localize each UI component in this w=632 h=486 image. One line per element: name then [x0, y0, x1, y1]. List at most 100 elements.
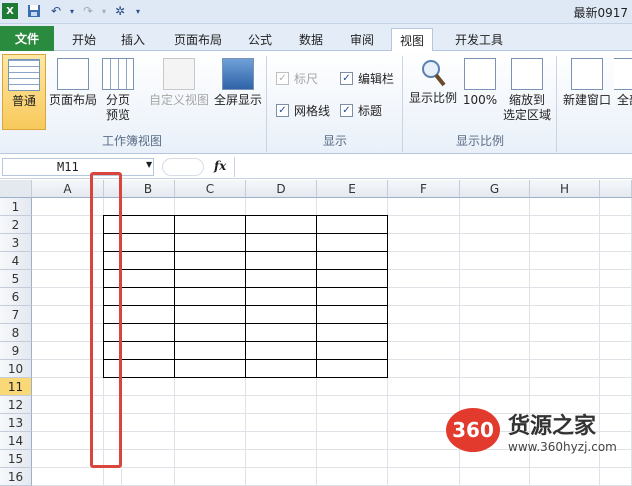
grid-cell[interactable]	[317, 468, 388, 486]
grid-cell[interactable]	[317, 414, 388, 432]
row-header[interactable]: 7	[0, 306, 32, 324]
grid-cell[interactable]	[530, 360, 600, 378]
grid-cell[interactable]	[32, 252, 104, 270]
grid-cell[interactable]	[600, 270, 632, 288]
column-header[interactable]: H	[530, 180, 600, 198]
tab-home[interactable]: 开始	[64, 28, 104, 50]
grid-cell[interactable]	[32, 396, 104, 414]
row-header[interactable]: 15	[0, 450, 32, 468]
table-cell[interactable]	[317, 360, 388, 378]
row-header[interactable]: 12	[0, 396, 32, 414]
grid-cell[interactable]	[530, 270, 600, 288]
table-cell[interactable]	[104, 342, 122, 360]
grid-cell[interactable]	[122, 432, 175, 450]
table-cell[interactable]	[122, 216, 175, 234]
grid-cell[interactable]	[388, 360, 460, 378]
grid-cell[interactable]	[530, 468, 600, 486]
table-cell[interactable]	[122, 270, 175, 288]
page-layout-view-button[interactable]: 页面布局	[47, 58, 99, 108]
grid-cell[interactable]	[388, 450, 460, 468]
grid-cell[interactable]	[460, 234, 530, 252]
grid-cell[interactable]	[460, 216, 530, 234]
grid-cell[interactable]	[388, 396, 460, 414]
grid-cell[interactable]	[600, 306, 632, 324]
grid-cell[interactable]	[530, 198, 600, 216]
grid-cell[interactable]	[175, 378, 246, 396]
grid-cell[interactable]	[600, 360, 632, 378]
grid-cell[interactable]	[600, 414, 632, 432]
ruler-checkbox[interactable]: ✓ 标尺	[276, 70, 318, 87]
table-cell[interactable]	[175, 216, 246, 234]
column-header[interactable]	[600, 180, 632, 198]
grid-cell[interactable]	[317, 432, 388, 450]
formula-cancel-enter-buttons[interactable]	[162, 158, 204, 176]
table-cell[interactable]	[246, 252, 317, 270]
table-cell[interactable]	[104, 324, 122, 342]
tab-file[interactable]: 文件	[0, 26, 54, 51]
table-cell[interactable]	[122, 252, 175, 270]
table-cell[interactable]	[317, 288, 388, 306]
grid-cell[interactable]	[600, 342, 632, 360]
grid-cell[interactable]	[104, 198, 122, 216]
grid-cell[interactable]	[600, 234, 632, 252]
formula-bar-checkbox[interactable]: ✓ 编辑栏	[340, 70, 394, 87]
table-cell[interactable]	[317, 252, 388, 270]
grid-cell[interactable]	[104, 432, 122, 450]
grid-cell[interactable]	[388, 198, 460, 216]
table-cell[interactable]	[317, 342, 388, 360]
table-cell[interactable]	[175, 270, 246, 288]
grid-cell[interactable]	[388, 468, 460, 486]
grid-cell[interactable]	[460, 288, 530, 306]
grid-cell[interactable]	[388, 288, 460, 306]
column-header[interactable]: E	[317, 180, 388, 198]
grid-cell[interactable]	[388, 342, 460, 360]
undo-dropdown-icon[interactable]: ▾	[64, 3, 80, 19]
table-cell[interactable]	[246, 234, 317, 252]
grid-cell[interactable]	[32, 360, 104, 378]
grid-cell[interactable]	[388, 378, 460, 396]
formula-input[interactable]	[234, 157, 632, 177]
save-icon[interactable]	[26, 3, 42, 19]
grid-cell[interactable]	[388, 216, 460, 234]
table-cell[interactable]	[317, 324, 388, 342]
grid-cell[interactable]	[530, 306, 600, 324]
table-cell[interactable]	[175, 306, 246, 324]
grid-cell[interactable]	[104, 378, 122, 396]
grid-cell[interactable]	[388, 234, 460, 252]
grid-cell[interactable]	[32, 414, 104, 432]
grid-cell[interactable]	[600, 324, 632, 342]
grid-cell[interactable]	[246, 468, 317, 486]
table-cell[interactable]	[175, 252, 246, 270]
grid-cell[interactable]	[122, 378, 175, 396]
grid-cell[interactable]	[175, 396, 246, 414]
name-box[interactable]: M11	[2, 158, 154, 176]
table-cell[interactable]	[246, 324, 317, 342]
tab-page-layout[interactable]: 页面布局	[166, 28, 230, 50]
grid-cell[interactable]	[104, 396, 122, 414]
full-screen-button[interactable]: 全屏显示	[212, 58, 264, 108]
grid-cell[interactable]	[104, 468, 122, 486]
table-cell[interactable]	[104, 306, 122, 324]
grid-cell[interactable]	[530, 324, 600, 342]
table-cell[interactable]	[317, 234, 388, 252]
grid-cell[interactable]	[388, 306, 460, 324]
row-header[interactable]: 3	[0, 234, 32, 252]
grid-cell[interactable]	[600, 396, 632, 414]
column-header[interactable]: B	[122, 180, 175, 198]
grid-cell[interactable]	[460, 324, 530, 342]
grid-cell[interactable]	[122, 468, 175, 486]
grid-cell[interactable]	[104, 414, 122, 432]
table-cell[interactable]	[175, 324, 246, 342]
grid-cell[interactable]	[32, 342, 104, 360]
grid-cell[interactable]	[122, 198, 175, 216]
grid-cell[interactable]	[32, 216, 104, 234]
column-header[interactable]: G	[460, 180, 530, 198]
tab-insert[interactable]: 插入	[113, 28, 153, 50]
grid-cell[interactable]	[175, 198, 246, 216]
grid-cell[interactable]	[175, 450, 246, 468]
grid-cell[interactable]	[460, 342, 530, 360]
tab-developer[interactable]: 开发工具	[447, 28, 511, 50]
tab-data[interactable]: 数据	[291, 28, 331, 50]
table-cell[interactable]	[246, 270, 317, 288]
grid-cell[interactable]	[32, 450, 104, 468]
